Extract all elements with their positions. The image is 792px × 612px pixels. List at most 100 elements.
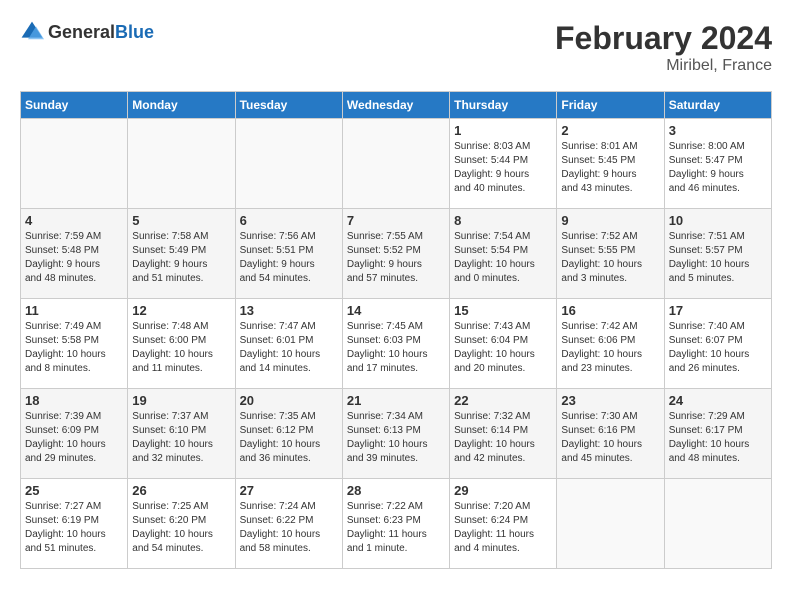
calendar-cell <box>664 479 771 569</box>
day-info: Sunrise: 7:58 AM Sunset: 5:49 PM Dayligh… <box>132 230 230 286</box>
calendar-cell: 27 Sunrise: 7:24 AM Sunset: 6:22 PM Dayli… <box>235 479 342 569</box>
calendar-cell: 18 Sunrise: 7:39 AM Sunset: 6:09 PM Dayli… <box>21 389 128 479</box>
day-info: Sunrise: 7:27 AM Sunset: 6:19 PM Dayligh… <box>25 500 123 556</box>
calendar-cell: 26 Sunrise: 7:25 AM Sunset: 6:20 PM Dayli… <box>128 479 235 569</box>
day-info: Sunrise: 7:51 AM Sunset: 5:57 PM Dayligh… <box>669 230 767 286</box>
calendar-week-row: 18 Sunrise: 7:39 AM Sunset: 6:09 PM Dayli… <box>21 389 772 479</box>
calendar-cell: 14 Sunrise: 7:45 AM Sunset: 6:03 PM Dayli… <box>342 299 449 389</box>
day-number: 23 <box>561 393 659 408</box>
weekday-header: Tuesday <box>235 92 342 119</box>
day-info: Sunrise: 7:54 AM Sunset: 5:54 PM Dayligh… <box>454 230 552 286</box>
day-number: 8 <box>454 213 552 228</box>
day-number: 6 <box>240 213 338 228</box>
logo-icon <box>20 20 44 44</box>
month-title: February 2024 <box>555 20 772 57</box>
calendar-week-row: 11 Sunrise: 7:49 AM Sunset: 5:58 PM Dayli… <box>21 299 772 389</box>
day-number: 15 <box>454 303 552 318</box>
day-number: 1 <box>454 123 552 138</box>
day-number: 9 <box>561 213 659 228</box>
calendar-cell: 9 Sunrise: 7:52 AM Sunset: 5:55 PM Daylig… <box>557 209 664 299</box>
day-info: Sunrise: 7:42 AM Sunset: 6:06 PM Dayligh… <box>561 320 659 376</box>
day-info: Sunrise: 7:29 AM Sunset: 6:17 PM Dayligh… <box>669 410 767 466</box>
day-number: 12 <box>132 303 230 318</box>
logo-blue-text: Blue <box>115 22 154 42</box>
calendar-cell: 16 Sunrise: 7:42 AM Sunset: 6:06 PM Dayli… <box>557 299 664 389</box>
day-info: Sunrise: 8:03 AM Sunset: 5:44 PM Dayligh… <box>454 140 552 196</box>
day-number: 13 <box>240 303 338 318</box>
day-number: 3 <box>669 123 767 138</box>
day-number: 21 <box>347 393 445 408</box>
day-info: Sunrise: 7:35 AM Sunset: 6:12 PM Dayligh… <box>240 410 338 466</box>
calendar-cell: 2 Sunrise: 8:01 AM Sunset: 5:45 PM Daylig… <box>557 119 664 209</box>
day-info: Sunrise: 7:45 AM Sunset: 6:03 PM Dayligh… <box>347 320 445 376</box>
page-header: GeneralBlue February 2024 Miribel, Franc… <box>20 20 772 75</box>
day-info: Sunrise: 7:52 AM Sunset: 5:55 PM Dayligh… <box>561 230 659 286</box>
calendar-cell: 4 Sunrise: 7:59 AM Sunset: 5:48 PM Daylig… <box>21 209 128 299</box>
day-number: 2 <box>561 123 659 138</box>
calendar-cell: 3 Sunrise: 8:00 AM Sunset: 5:47 PM Daylig… <box>664 119 771 209</box>
calendar-cell: 25 Sunrise: 7:27 AM Sunset: 6:19 PM Dayli… <box>21 479 128 569</box>
day-number: 25 <box>25 483 123 498</box>
day-info: Sunrise: 7:24 AM Sunset: 6:22 PM Dayligh… <box>240 500 338 556</box>
day-number: 20 <box>240 393 338 408</box>
weekday-header: Thursday <box>450 92 557 119</box>
day-number: 27 <box>240 483 338 498</box>
weekday-header: Monday <box>128 92 235 119</box>
day-info: Sunrise: 7:49 AM Sunset: 5:58 PM Dayligh… <box>25 320 123 376</box>
calendar-cell: 11 Sunrise: 7:49 AM Sunset: 5:58 PM Dayli… <box>21 299 128 389</box>
calendar-cell: 12 Sunrise: 7:48 AM Sunset: 6:00 PM Dayli… <box>128 299 235 389</box>
calendar-header-row: SundayMondayTuesdayWednesdayThursdayFrid… <box>21 92 772 119</box>
day-number: 19 <box>132 393 230 408</box>
title-block: February 2024 Miribel, France <box>555 20 772 75</box>
calendar-cell: 28Sunrise: 7:22 AM Sunset: 6:23 PM Dayli… <box>342 479 449 569</box>
calendar-table: SundayMondayTuesdayWednesdayThursdayFrid… <box>20 91 772 569</box>
calendar-week-row: 25 Sunrise: 7:27 AM Sunset: 6:19 PM Dayli… <box>21 479 772 569</box>
day-info: Sunrise: 7:56 AM Sunset: 5:51 PM Dayligh… <box>240 230 338 286</box>
weekday-header: Wednesday <box>342 92 449 119</box>
day-number: 26 <box>132 483 230 498</box>
calendar-cell <box>557 479 664 569</box>
day-info: Sunrise: 7:59 AM Sunset: 5:48 PM Dayligh… <box>25 230 123 286</box>
day-number: 5 <box>132 213 230 228</box>
calendar-cell: 10 Sunrise: 7:51 AM Sunset: 5:57 PM Dayli… <box>664 209 771 299</box>
day-number: 11 <box>25 303 123 318</box>
calendar-cell: 6 Sunrise: 7:56 AM Sunset: 5:51 PM Daylig… <box>235 209 342 299</box>
day-number: 24 <box>669 393 767 408</box>
calendar-week-row: 1 Sunrise: 8:03 AM Sunset: 5:44 PM Daylig… <box>21 119 772 209</box>
day-info: Sunrise: 7:39 AM Sunset: 6:09 PM Dayligh… <box>25 410 123 466</box>
day-number: 22 <box>454 393 552 408</box>
day-number: 18 <box>25 393 123 408</box>
day-number: 10 <box>669 213 767 228</box>
day-info: Sunrise: 7:47 AM Sunset: 6:01 PM Dayligh… <box>240 320 338 376</box>
day-info: Sunrise: 8:01 AM Sunset: 5:45 PM Dayligh… <box>561 140 659 196</box>
logo: GeneralBlue <box>20 20 154 44</box>
calendar-cell: 8 Sunrise: 7:54 AM Sunset: 5:54 PM Daylig… <box>450 209 557 299</box>
weekday-header: Friday <box>557 92 664 119</box>
day-info: Sunrise: 7:55 AM Sunset: 5:52 PM Dayligh… <box>347 230 445 286</box>
weekday-header: Sunday <box>21 92 128 119</box>
day-info: Sunrise: 7:32 AM Sunset: 6:14 PM Dayligh… <box>454 410 552 466</box>
weekday-header: Saturday <box>664 92 771 119</box>
calendar-cell: 15 Sunrise: 7:43 AM Sunset: 6:04 PM Dayli… <box>450 299 557 389</box>
day-info: Sunrise: 7:25 AM Sunset: 6:20 PM Dayligh… <box>132 500 230 556</box>
calendar-cell: 23Sunrise: 7:30 AM Sunset: 6:16 PM Dayli… <box>557 389 664 479</box>
day-info: Sunrise: 7:43 AM Sunset: 6:04 PM Dayligh… <box>454 320 552 376</box>
day-number: 14 <box>347 303 445 318</box>
day-number: 7 <box>347 213 445 228</box>
calendar-cell <box>21 119 128 209</box>
day-number: 29 <box>454 483 552 498</box>
day-info: Sunrise: 7:48 AM Sunset: 6:00 PM Dayligh… <box>132 320 230 376</box>
calendar-week-row: 4 Sunrise: 7:59 AM Sunset: 5:48 PM Daylig… <box>21 209 772 299</box>
day-info: Sunrise: 7:37 AM Sunset: 6:10 PM Dayligh… <box>132 410 230 466</box>
calendar-cell: 5 Sunrise: 7:58 AM Sunset: 5:49 PM Daylig… <box>128 209 235 299</box>
calendar-cell: 20 Sunrise: 7:35 AM Sunset: 6:12 PM Dayli… <box>235 389 342 479</box>
day-number: 4 <box>25 213 123 228</box>
day-number: 28 <box>347 483 445 498</box>
day-info: Sunrise: 8:00 AM Sunset: 5:47 PM Dayligh… <box>669 140 767 196</box>
day-number: 16 <box>561 303 659 318</box>
day-info: Sunrise: 7:40 AM Sunset: 6:07 PM Dayligh… <box>669 320 767 376</box>
calendar-cell: 21Sunrise: 7:34 AM Sunset: 6:13 PM Dayli… <box>342 389 449 479</box>
calendar-cell <box>128 119 235 209</box>
calendar-cell: 1 Sunrise: 8:03 AM Sunset: 5:44 PM Daylig… <box>450 119 557 209</box>
calendar-cell: 22 Sunrise: 7:32 AM Sunset: 6:14 PM Dayli… <box>450 389 557 479</box>
